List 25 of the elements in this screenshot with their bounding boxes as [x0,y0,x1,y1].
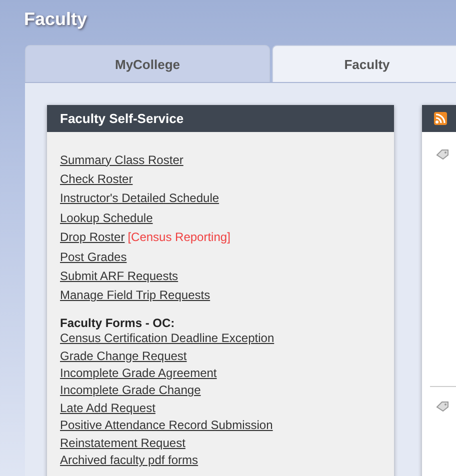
tag-icon [436,149,449,160]
link[interactable]: Summary Class Roster [60,152,184,167]
rss-icon[interactable] [434,112,447,125]
link[interactable]: Incomplete Grade Agreement [60,364,381,382]
panel-title: Faculty Self-Service [47,105,394,132]
link[interactable]: Instructor's Detailed Schedule [60,191,220,206]
tab[interactable]: Faculty [272,45,456,82]
link[interactable]: Drop Roster [60,230,125,244]
link[interactable]: Census Certification Deadline Exception [60,330,381,348]
tab[interactable]: MyCollege [25,45,270,82]
link[interactable]: Archived faculty pdf forms [60,452,381,470]
tag-icon [436,401,449,412]
link[interactable]: Positive Attendance Record Submission [60,417,381,435]
link[interactable]: Check Roster [60,172,133,186]
link[interactable]: Lookup Schedule [60,210,153,225]
link[interactable]: Late Add Request [60,400,381,418]
link[interactable]: Reinstatement Request [60,434,381,452]
link[interactable]: Grade Change Request [60,348,381,365]
link[interactable]: Incomplete Grade Change [60,382,381,400]
page-title: Faculty [23,8,88,31]
link[interactable]: Post Grades [60,250,127,264]
link[interactable]: Submit ARF Requests [60,269,178,284]
section-heading: Faculty Forms - OC: [60,316,176,330]
link[interactable]: Manage Field Trip Requests [60,288,210,302]
note-text: [Census Reporting] [128,230,230,244]
